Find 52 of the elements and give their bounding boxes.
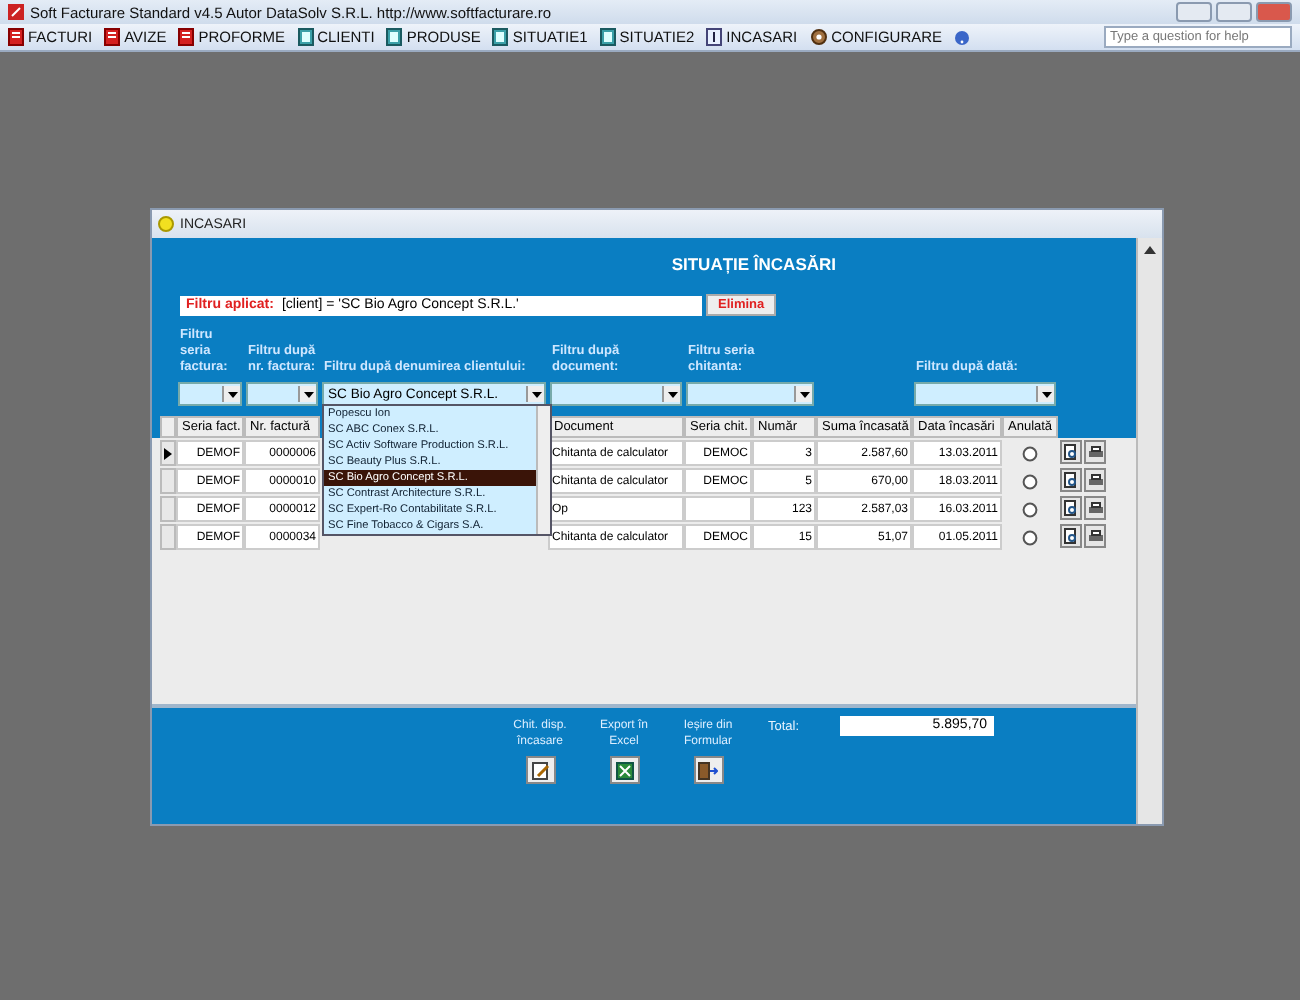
gear-icon [809, 28, 828, 46]
preview-button[interactable] [1060, 524, 1082, 549]
filter-dropdown[interactable] [246, 382, 318, 407]
cancelled-radio[interactable] [1022, 473, 1038, 490]
print-button[interactable] [1084, 524, 1106, 549]
table-icon [297, 28, 314, 46]
spreadsheet-icon [615, 761, 633, 779]
print-button[interactable] [1084, 440, 1106, 465]
caret-icon [303, 391, 313, 398]
report-heading: SITUAȚIE ÎNCASĂRI [671, 254, 836, 274]
footer-button[interactable] [609, 756, 639, 784]
exit-door-icon [698, 761, 718, 779]
filter-dropdown[interactable] [178, 382, 242, 407]
scrollbar [536, 406, 550, 535]
page-preview-icon [1064, 528, 1078, 545]
page-preview-icon [1064, 472, 1078, 489]
cancelled-radio[interactable] [1022, 501, 1038, 518]
filter-dropdown[interactable] [550, 382, 682, 407]
page-preview-icon [1064, 500, 1078, 517]
table-icon [599, 28, 616, 46]
page-preview-icon [1064, 444, 1078, 461]
preview-button[interactable] [1060, 496, 1082, 521]
footer-button[interactable] [693, 756, 723, 784]
cancelled-radio[interactable] [1022, 529, 1038, 546]
document-icon [104, 28, 121, 46]
record-selector[interactable] [160, 440, 176, 467]
document-icon [178, 28, 195, 46]
table-icon [492, 28, 509, 46]
caret-icon [227, 391, 237, 398]
footer-button[interactable] [525, 756, 555, 784]
preview-button[interactable] [1060, 468, 1082, 493]
scroll-up-icon[interactable] [1144, 244, 1156, 256]
table-cell [684, 496, 752, 523]
caret-icon [667, 391, 677, 398]
filter-dropdown[interactable] [686, 382, 814, 407]
caret-icon [1041, 391, 1051, 398]
current-row-icon [164, 447, 172, 460]
caret-icon [531, 391, 541, 398]
print-button[interactable] [1084, 496, 1106, 521]
column-header [160, 416, 176, 439]
preview-button[interactable] [1060, 440, 1082, 465]
filter-dropdown[interactable] [914, 382, 1056, 407]
help-icon[interactable] [954, 29, 971, 45]
cancelled-radio[interactable] [1022, 445, 1038, 462]
info-icon [706, 28, 723, 46]
edit-icon [531, 761, 549, 779]
document-icon [8, 28, 24, 46]
app-icon [8, 4, 24, 20]
table-icon [386, 28, 403, 46]
caret-icon [799, 391, 809, 398]
form-icon [158, 216, 174, 232]
print-button[interactable] [1084, 468, 1106, 493]
